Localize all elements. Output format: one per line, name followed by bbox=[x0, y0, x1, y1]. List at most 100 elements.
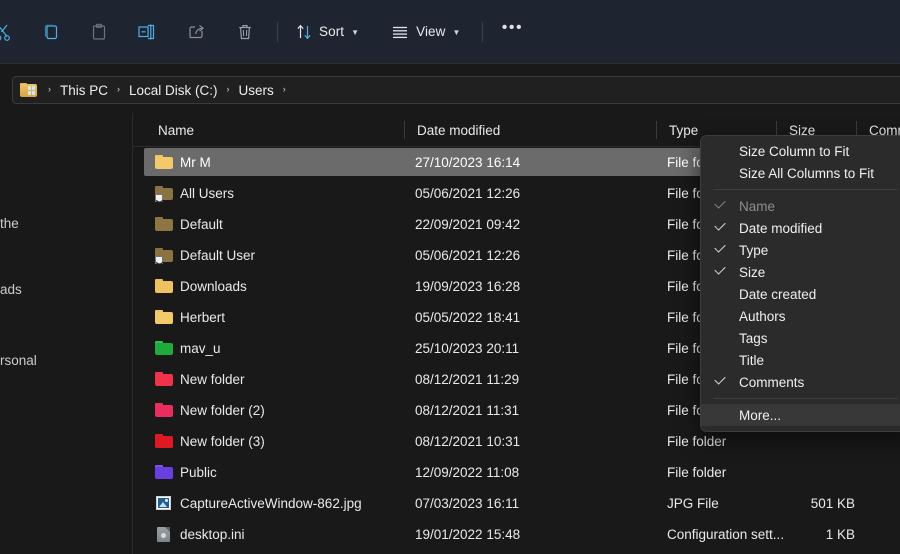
menu-item-label: Size Column to Fit bbox=[739, 144, 849, 159]
file-date-modified: 08/12/2021 10:31 bbox=[415, 434, 520, 449]
breadcrumb-item-this-pc[interactable]: This PC bbox=[58, 83, 110, 98]
nav-item-0[interactable]: the bbox=[0, 211, 19, 235]
file-name: CaptureActiveWindow-862.jpg bbox=[180, 496, 362, 511]
menu-item-label: Size bbox=[739, 265, 765, 280]
file-size: 501 KB bbox=[787, 496, 855, 511]
check-icon bbox=[714, 219, 725, 230]
menu-item-label: Authors bbox=[739, 309, 786, 324]
folder-icon bbox=[155, 278, 173, 294]
sort-button[interactable]: Sort ▼ bbox=[286, 15, 369, 49]
folder-icon bbox=[155, 185, 173, 201]
file-row[interactable]: CaptureActiveWindow-862.jpg07/03/2023 16… bbox=[144, 489, 900, 517]
file-date-modified: 08/12/2021 11:31 bbox=[415, 403, 519, 418]
menu-item-label: Date created bbox=[739, 287, 816, 302]
menu-item-comments[interactable]: Comments bbox=[701, 371, 900, 393]
ellipsis-icon: ••• bbox=[502, 20, 523, 36]
chevron-down-icon: ▼ bbox=[351, 29, 359, 37]
sort-icon bbox=[296, 23, 312, 41]
file-name: desktop.ini bbox=[180, 527, 245, 542]
paste-button[interactable] bbox=[80, 15, 118, 49]
file-name: New folder bbox=[180, 372, 245, 387]
share-button[interactable] bbox=[177, 15, 215, 49]
menu-item-label: Size All Columns to Fit bbox=[739, 166, 874, 181]
menu-item-size-column-to-fit[interactable]: Size Column to Fit bbox=[701, 140, 900, 162]
column-header-date-modified[interactable]: Date modified bbox=[404, 113, 656, 147]
menu-item-type[interactable]: Type bbox=[701, 239, 900, 261]
folder-icon bbox=[155, 154, 173, 170]
file-date-modified: 19/01/2022 15:48 bbox=[415, 527, 520, 542]
file-date-modified: 12/09/2022 11:08 bbox=[415, 465, 519, 480]
file-name: Herbert bbox=[180, 310, 225, 325]
breadcrumb-separator[interactable]: › bbox=[220, 84, 237, 94]
cut-button[interactable] bbox=[0, 15, 22, 49]
chevron-down-icon: ▼ bbox=[453, 29, 461, 37]
breadcrumb-separator[interactable]: › bbox=[276, 84, 293, 94]
file-date-modified: 22/09/2021 09:42 bbox=[415, 217, 520, 232]
file-name: Mr M bbox=[180, 155, 211, 170]
column-header-label: Date modified bbox=[404, 123, 500, 138]
menu-separator bbox=[713, 398, 897, 399]
trash-icon bbox=[235, 22, 255, 42]
menu-item-label: Comments bbox=[739, 375, 804, 390]
nav-item-2[interactable]: rsonal bbox=[0, 348, 37, 372]
menu-item-more[interactable]: More... bbox=[701, 404, 900, 426]
file-name: mav_u bbox=[180, 341, 221, 356]
menu-item-size[interactable]: Size bbox=[701, 261, 900, 283]
file-date-modified: 25/10/2023 20:11 bbox=[415, 341, 519, 356]
delete-button[interactable] bbox=[226, 15, 264, 49]
file-date-modified: 19/09/2023 16:28 bbox=[415, 279, 520, 294]
file-date-modified: 05/06/2021 12:26 bbox=[415, 248, 520, 263]
column-header-label: Type bbox=[656, 123, 698, 138]
file-row[interactable]: desktop.ini 19/01/2022 15:48 Configuration… bbox=[144, 520, 900, 548]
file-type: Configuration sett... bbox=[667, 527, 784, 542]
rename-button[interactable] bbox=[128, 15, 166, 49]
column-options-context-menu[interactable]: Size Column to Fit Size All Columns to Fi… bbox=[700, 135, 900, 432]
file-name: Downloads bbox=[180, 279, 247, 294]
breadcrumb-item-local-disk[interactable]: Local Disk (C:) bbox=[127, 83, 220, 98]
breadcrumb-separator: › bbox=[41, 84, 58, 94]
check-icon bbox=[714, 263, 725, 274]
menu-item-size-all-columns-to-fit[interactable]: Size All Columns to Fit bbox=[701, 162, 900, 184]
file-date-modified: 05/06/2021 12:26 bbox=[415, 186, 520, 201]
folder-desktop-icon bbox=[20, 83, 37, 98]
nav-item-1[interactable]: ads bbox=[0, 277, 22, 301]
nav-item-label: rsonal bbox=[0, 353, 37, 368]
sort-label: Sort bbox=[319, 24, 344, 39]
check-icon bbox=[714, 241, 725, 252]
command-bar: Sort ▼ View ▼ ••• bbox=[0, 0, 900, 63]
folder-icon bbox=[155, 402, 173, 418]
menu-separator bbox=[713, 189, 897, 190]
check-icon bbox=[714, 373, 725, 384]
folder-icon bbox=[155, 433, 173, 449]
file-date-modified: 08/12/2021 11:29 bbox=[415, 372, 519, 387]
folder-icon bbox=[155, 309, 173, 325]
scissors-icon bbox=[0, 22, 13, 42]
column-header-label: Name bbox=[133, 123, 194, 138]
menu-item-tags[interactable]: Tags bbox=[701, 327, 900, 349]
breadcrumb-item-users[interactable]: Users bbox=[237, 83, 276, 98]
more-options-button[interactable]: ••• bbox=[493, 15, 531, 49]
jpg-file-icon bbox=[155, 495, 173, 511]
menu-item-date-modified[interactable]: Date modified bbox=[701, 217, 900, 239]
menu-item-title[interactable]: Title bbox=[701, 349, 900, 371]
file-name: New folder (3) bbox=[180, 434, 265, 449]
view-button[interactable]: View ▼ bbox=[381, 15, 470, 49]
menu-item-name[interactable]: Name bbox=[701, 195, 900, 217]
copy-button[interactable] bbox=[32, 15, 70, 49]
menu-item-authors[interactable]: Authors bbox=[701, 305, 900, 327]
toolbar-separator-2 bbox=[482, 22, 483, 42]
breadcrumb-separator[interactable]: › bbox=[110, 84, 127, 94]
menu-item-label: Name bbox=[739, 199, 775, 214]
file-type: JPG File bbox=[667, 496, 719, 511]
paste-icon bbox=[89, 22, 109, 42]
menu-item-date-created[interactable]: Date created bbox=[701, 283, 900, 305]
toolbar-separator-1 bbox=[277, 22, 278, 42]
file-type: File folder bbox=[667, 434, 726, 449]
breadcrumb[interactable]: › This PC › Local Disk (C:) › Users › bbox=[12, 76, 900, 104]
file-date-modified: 05/05/2022 18:41 bbox=[415, 310, 520, 325]
file-name: All Users bbox=[180, 186, 234, 201]
column-header-name[interactable]: Name bbox=[133, 113, 404, 147]
file-row[interactable]: Public12/09/2022 11:08File folder bbox=[144, 458, 900, 486]
rename-icon bbox=[136, 22, 158, 42]
ini-file-icon bbox=[155, 526, 173, 542]
